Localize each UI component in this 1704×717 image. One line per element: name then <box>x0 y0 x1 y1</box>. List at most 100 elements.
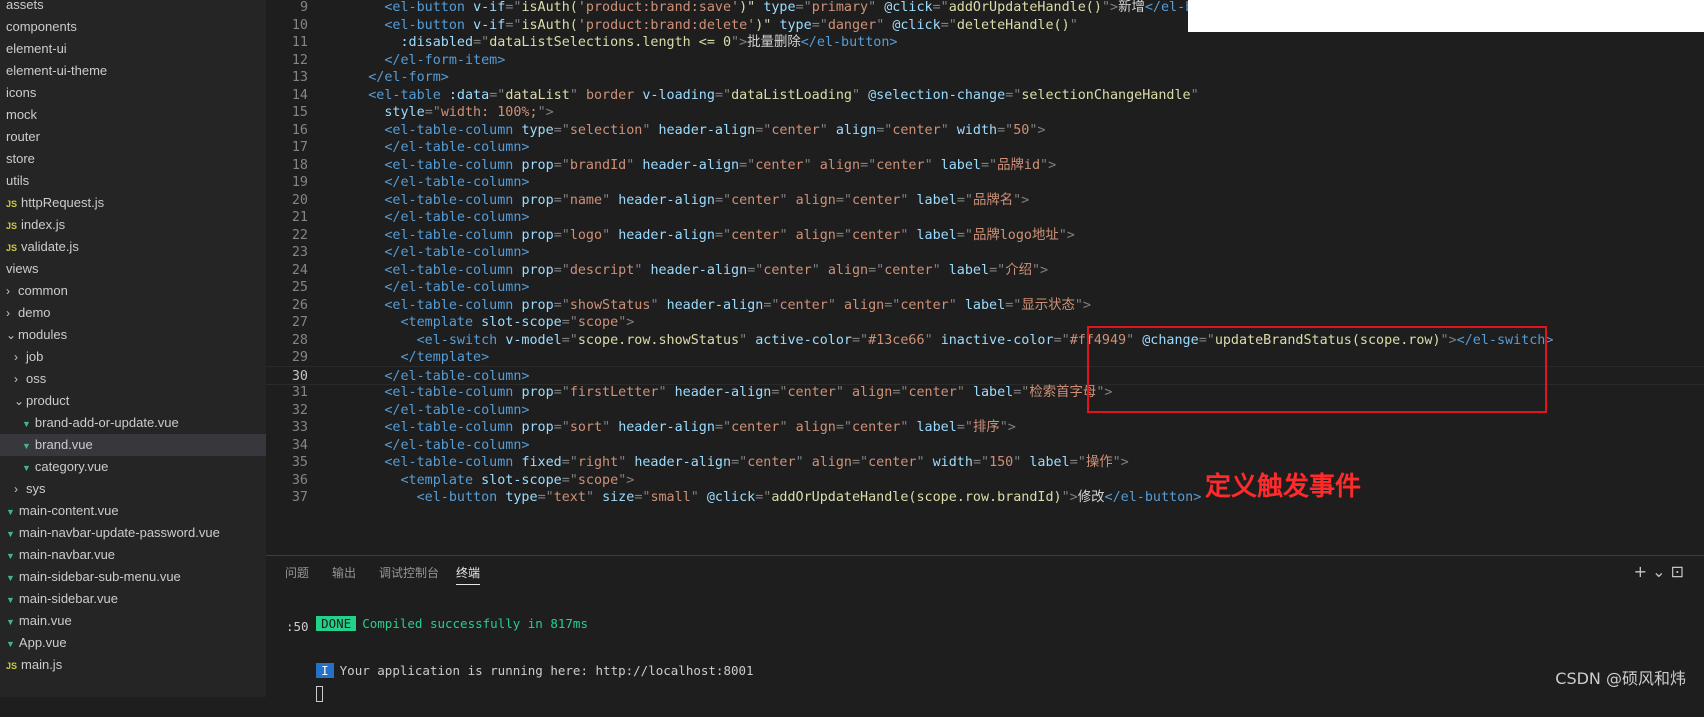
terminal-info-line: I Your application is running here: http:… <box>286 648 754 693</box>
code-line[interactable]: 13 </el-form> <box>266 68 1704 87</box>
code-text: <template slot-scope="scope"> <box>400 315 635 330</box>
code-line[interactable]: 21 </el-table-column> <box>266 208 1704 227</box>
explorer-item[interactable]: › job <box>0 346 266 368</box>
code-text: <el-table-column prop="brandId" header-a… <box>384 157 1057 173</box>
line-number: 27 <box>291 315 308 330</box>
chevron-right-icon[interactable]: › <box>14 346 26 368</box>
explorer-item-label: element-ui <box>6 41 67 56</box>
explorer-item[interactable]: views <box>0 258 266 280</box>
panel-actions[interactable]: + ⌄ ⊡ <box>1634 562 1684 581</box>
tab-problems[interactable]: 问题 <box>285 564 309 581</box>
chevron-down-icon[interactable]: ⌄ <box>6 324 18 346</box>
code-line[interactable]: 34 </el-table-column> <box>266 436 1704 455</box>
code-line[interactable]: 33 <el-table-column prop="sort" header-a… <box>266 418 1704 437</box>
explorer-item[interactable]: store <box>0 148 266 170</box>
code-text: <el-table-column prop="firstLetter" head… <box>384 385 1113 400</box>
chevron-right-icon[interactable]: › <box>6 302 18 324</box>
code-line[interactable]: 19 </el-table-column> <box>266 173 1704 192</box>
line-number: 28 <box>291 332 308 348</box>
explorer-item[interactable]: › common <box>0 280 266 302</box>
vue-file-icon: ▼ <box>6 595 15 605</box>
explorer-item[interactable]: ▼ main-content.vue <box>0 500 266 522</box>
terminal-port-line: :50 <box>286 619 309 634</box>
explorer-item-label: router <box>6 129 40 144</box>
code-text: style="width: 100%;"> <box>384 105 554 120</box>
explorer-item-label: components <box>6 19 77 34</box>
explorer-item[interactable]: element-ui-theme <box>0 60 266 82</box>
code-text: </el-table-column> <box>384 210 530 225</box>
code-line[interactable]: 18 <el-table-column prop="brandId" heade… <box>266 156 1704 175</box>
line-number: 14 <box>291 87 308 103</box>
explorer-sidebar: assets components element-ui element-ui-the… <box>0 0 266 697</box>
explorer-item-label: validate.js <box>21 239 79 254</box>
explorer-item-label: element-ui-theme <box>6 63 108 78</box>
line-number: 29 <box>291 350 308 365</box>
explorer-item-label: main.vue <box>18 613 72 628</box>
terminal-cursor-line[interactable] <box>286 670 324 717</box>
tab-terminal[interactable]: 终端 <box>456 564 481 585</box>
explorer-item[interactable]: ▼ main.vue <box>0 610 266 632</box>
code-text: </template> <box>400 350 490 365</box>
explorer-item[interactable]: icons <box>0 82 266 104</box>
explorer-item[interactable]: ▼ main-sidebar.vue <box>0 588 266 610</box>
explorer-item[interactable]: ▼ main-navbar.vue <box>0 544 266 566</box>
chevron-down-icon[interactable]: ⌄ <box>14 390 26 412</box>
explorer-item-label: main-sidebar-sub-menu.vue <box>18 569 181 584</box>
line-number: 25 <box>291 280 308 295</box>
chevron-right-icon[interactable]: › <box>6 280 18 302</box>
terminal-cursor <box>316 685 324 702</box>
explorer-item[interactable]: › oss <box>0 368 266 390</box>
explorer-item[interactable]: element-ui <box>0 38 266 60</box>
code-line[interactable]: 17 </el-table-column> <box>266 138 1704 157</box>
js-file-icon: JS <box>6 221 18 231</box>
explorer-item[interactable]: › sys <box>0 478 266 500</box>
line-number: 19 <box>291 175 308 190</box>
line-number: 36 <box>291 472 308 488</box>
tab-debug-console[interactable]: 调试控制台 <box>379 564 439 581</box>
code-line[interactable]: 37 <el-button type="text" size="small" @… <box>266 488 1704 507</box>
explorer-item[interactable]: utils <box>0 170 266 192</box>
explorer-item[interactable]: ▼ main-sidebar-sub-menu.vue <box>0 566 266 588</box>
explorer-item[interactable]: ▼ brand.vue <box>0 434 266 456</box>
explorer-item[interactable]: mock <box>0 104 266 126</box>
code-line[interactable]: 26 <el-table-column prop="showStatus" he… <box>266 296 1704 315</box>
code-line[interactable]: 12 </el-form-item> <box>266 51 1704 70</box>
explorer-item[interactable]: ⌄ product <box>0 390 266 412</box>
code-line[interactable]: 20 <el-table-column prop="name" header-a… <box>266 191 1704 210</box>
explorer-item[interactable]: ▼ App.vue <box>0 632 266 654</box>
code-line[interactable]: 25 </el-table-column> <box>266 278 1704 297</box>
code-line[interactable]: 23 </el-table-column> <box>266 243 1704 262</box>
tab-output[interactable]: 输出 <box>332 564 356 581</box>
explorer-item[interactable]: assets <box>0 0 266 16</box>
explorer-item[interactable]: components <box>0 16 266 38</box>
explorer-item[interactable]: router <box>0 126 266 148</box>
chevron-right-icon[interactable]: › <box>14 368 26 390</box>
explorer-item[interactable]: JS main.js <box>0 654 266 676</box>
explorer-item[interactable]: ⌄ modules <box>0 324 266 346</box>
line-number: 23 <box>291 245 308 260</box>
code-line[interactable]: 35 <el-table-column fixed="right" header… <box>266 453 1704 472</box>
code-line[interactable]: 22 <el-table-column prop="logo" header-a… <box>266 226 1704 245</box>
code-line[interactable]: 14 <el-table :data="dataList" border v-l… <box>266 86 1704 105</box>
vue-file-icon: ▼ <box>6 507 15 517</box>
code-line[interactable]: 36 <template slot-scope="scope"> <box>266 471 1704 490</box>
explorer-item[interactable]: ▼ main-navbar-update-password.vue <box>0 522 266 544</box>
code-editor[interactable]: 9 <el-button v-if="isAuth('product:brand… <box>266 0 1704 555</box>
vue-file-icon: ▼ <box>22 463 31 473</box>
line-number: 31 <box>291 385 308 400</box>
code-line[interactable]: 15 style="width: 100%;"> <box>266 103 1704 122</box>
line-number: 21 <box>291 210 308 225</box>
code-line[interactable]: 16 <el-table-column type="selection" hea… <box>266 121 1704 140</box>
explorer-item[interactable]: JS httpRequest.js <box>0 192 266 214</box>
explorer-item[interactable]: JS index.js <box>0 214 266 236</box>
explorer-item[interactable]: ▼ brand-add-or-update.vue <box>0 412 266 434</box>
vue-file-icon: ▼ <box>22 419 31 429</box>
code-line[interactable]: 24 <el-table-column prop="descript" head… <box>266 261 1704 280</box>
explorer-item[interactable]: › demo <box>0 302 266 324</box>
code-line[interactable]: 11 :disabled="dataListSelections.length … <box>266 33 1704 52</box>
done-text: Compiled successfully in 817ms <box>362 616 588 631</box>
code-text: </el-form-item> <box>384 52 506 68</box>
explorer-item[interactable]: ▼ category.vue <box>0 456 266 478</box>
chevron-right-icon[interactable]: › <box>14 478 26 500</box>
explorer-item[interactable]: JS validate.js <box>0 236 266 258</box>
